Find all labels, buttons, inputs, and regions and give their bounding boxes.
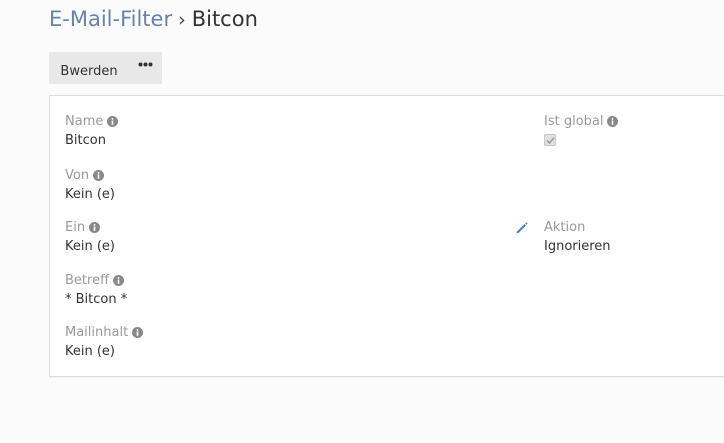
info-icon[interactable]: [107, 115, 119, 127]
field-body: Mailinhalt Kein (e): [65, 323, 144, 362]
is-global-checkbox: [544, 134, 556, 146]
field-in: Ein Kein (e): [65, 218, 115, 257]
edit-button[interactable]: Bwerden: [49, 52, 129, 84]
page-title: Bitcon: [191, 7, 258, 31]
field-action-label: Aktion: [544, 219, 586, 235]
checkmark-icon: [546, 137, 555, 145]
field-body-label: Mailinhalt: [65, 324, 129, 340]
info-icon[interactable]: [89, 221, 101, 233]
detail-panel: Name Bitcon Von Kein (e) Ein Kein (e) Be…: [49, 95, 724, 377]
field-body-value: Kein (e): [65, 344, 116, 359]
info-icon[interactable]: [93, 169, 105, 181]
field-from: Von Kein (e): [65, 166, 115, 205]
field-action-value: Ignorieren: [544, 239, 611, 254]
toolbar: Bwerden: [49, 52, 162, 84]
info-icon[interactable]: [113, 274, 125, 286]
field-name: Name Bitcon: [65, 112, 119, 151]
field-action: Aktion Ignorieren: [544, 218, 611, 257]
ellipsis-icon: [138, 62, 153, 67]
field-subject: Betreff * Bitcon *: [65, 271, 127, 310]
field-from-label: Von: [65, 167, 90, 183]
field-subject-value: * Bitcon *: [65, 292, 128, 307]
field-from-value: Kein (e): [65, 187, 116, 202]
field-subject-label: Betreff: [65, 272, 110, 288]
breadcrumb-separator: ›: [178, 9, 186, 31]
breadcrumb-email-filter-link[interactable]: E-Mail-Filter: [49, 7, 172, 31]
field-is-global: Ist global: [544, 112, 619, 146]
more-actions-button[interactable]: [129, 52, 162, 84]
page: E-Mail-Filter › Bitcon Bwerden Name Bitcon…: [0, 0, 724, 443]
info-icon[interactable]: [132, 326, 144, 338]
field-in-value: Kein (e): [65, 239, 116, 254]
field-name-value: Bitcon: [65, 133, 106, 148]
field-name-label: Name: [65, 113, 104, 129]
info-icon[interactable]: [607, 115, 619, 127]
pencil-icon[interactable]: [515, 221, 529, 235]
field-is-global-label: Ist global: [544, 113, 604, 129]
field-in-label: Ein: [65, 219, 86, 235]
breadcrumb: E-Mail-Filter › Bitcon: [49, 5, 258, 34]
